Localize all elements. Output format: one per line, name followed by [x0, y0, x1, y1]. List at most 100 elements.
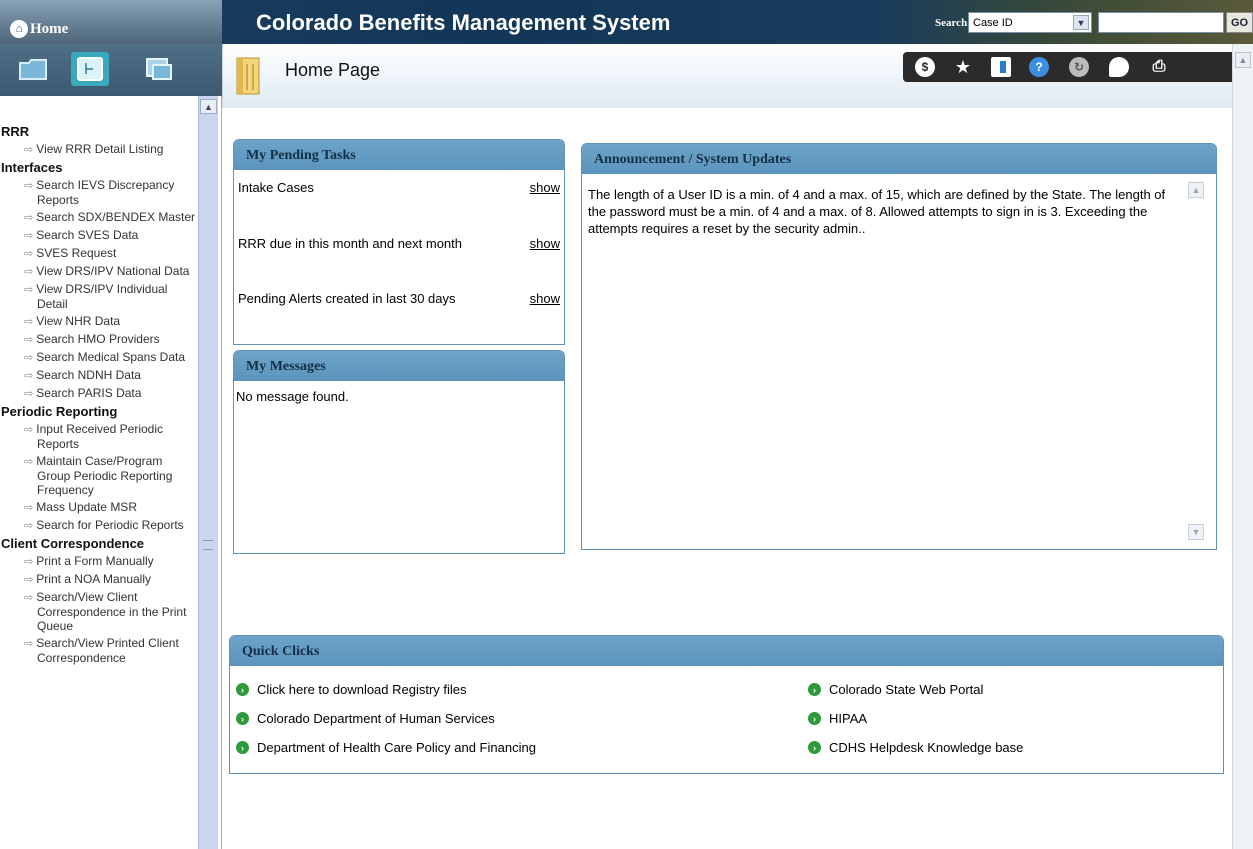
page-header: Home Page $ ★ ? ↻ ⎙: [222, 44, 1233, 108]
sidebar-item[interactable]: Search IEVS Discrepancy Reports: [0, 178, 198, 207]
home-label: Home: [30, 20, 69, 37]
quick-link-label: HIPAA: [829, 711, 868, 726]
sidebar: RRR View RRR Detail Listing Interfaces Sear…: [0, 96, 222, 849]
announcement-text: The length of a User ID is a min. of 4 a…: [588, 187, 1166, 236]
refresh-icon[interactable]: ↻: [1069, 57, 1089, 77]
arrow-right-icon: ›: [236, 683, 249, 696]
bookmark-icon[interactable]: [991, 57, 1011, 77]
top-header: ⌂ Home Colorado Benefits Management Syst…: [0, 0, 1253, 44]
sidebar-group-heading: Periodic Reporting: [1, 404, 118, 419]
sidebar-item[interactable]: View DRS/IPV National Data: [0, 264, 198, 279]
scroll-up-icon[interactable]: ▲: [1188, 182, 1204, 198]
sidebar-item[interactable]: View DRS/IPV Individual Detail: [0, 282, 198, 311]
task-label: Pending Alerts created in last 30 days: [238, 291, 456, 306]
show-link[interactable]: show: [530, 291, 560, 306]
announcement-panel: Announcement / System Updates The length…: [581, 143, 1217, 550]
quick-link[interactable]: › HIPAA: [808, 711, 867, 726]
sidebar-item[interactable]: Input Received Periodic Reports: [0, 422, 198, 451]
quick-link[interactable]: › Click here to download Registry files: [236, 682, 467, 697]
scroll-up-icon[interactable]: ▲: [200, 99, 217, 114]
sidebar-item[interactable]: Search for Periodic Reports: [0, 518, 198, 533]
scroll-down-icon[interactable]: ▼: [1188, 524, 1204, 540]
go-button[interactable]: GO: [1226, 12, 1253, 33]
quick-link-label: Click here to download Registry files: [257, 682, 467, 697]
arrow-right-icon: ›: [808, 683, 821, 696]
search-type-value: Case ID: [973, 16, 1013, 29]
binder-icon: [236, 57, 260, 95]
print-icon[interactable]: ⎙: [1149, 57, 1169, 77]
quick-link-label: Department of Health Care Policy and Fin…: [257, 740, 536, 755]
sidebar-item[interactable]: Search SVES Data: [0, 228, 198, 243]
action-toolbar: $ ★ ? ↻ ⎙: [903, 52, 1233, 82]
sidebar-scrollbar[interactable]: ▲: [198, 96, 218, 849]
task-label: Intake Cases: [238, 180, 314, 195]
windows-tool-button[interactable]: [140, 52, 178, 86]
page-scrollbar[interactable]: ▲: [1232, 44, 1253, 849]
announcement-title: Announcement / System Updates: [582, 144, 1216, 174]
sidebar-item[interactable]: Print a Form Manually: [0, 554, 198, 569]
sidebar-item[interactable]: Search Medical Spans Data: [0, 350, 198, 365]
pending-tasks-title: My Pending Tasks: [234, 140, 564, 170]
scroll-up-icon[interactable]: ▲: [1235, 52, 1251, 68]
nav-tool-strip: [0, 44, 222, 96]
folder-icon: [19, 59, 47, 80]
pending-tasks-panel: My Pending Tasks Intake Cases show RRR d…: [233, 139, 565, 345]
quick-link[interactable]: › Department of Health Care Policy and F…: [236, 740, 536, 755]
sidebar-item[interactable]: Maintain Case/Program Group Periodic Rep…: [0, 454, 198, 497]
arrow-right-icon: ›: [808, 741, 821, 754]
folder-tool-button[interactable]: [14, 52, 52, 86]
tree-tool-button[interactable]: [71, 52, 109, 86]
sidebar-item[interactable]: Search HMO Providers: [0, 332, 198, 347]
page-title: Home Page: [285, 60, 381, 80]
quick-link-label: CDHS Helpdesk Knowledge base: [829, 740, 1024, 755]
quick-link-label: Colorado Department of Human Services: [257, 711, 495, 726]
quick-link[interactable]: › Colorado State Web Portal: [808, 682, 983, 697]
sidebar-item[interactable]: Search/View Client Correspondence in the…: [0, 590, 198, 633]
sidebar-item[interactable]: Search PARIS Data: [0, 386, 198, 401]
quick-link[interactable]: › CDHS Helpdesk Knowledge base: [808, 740, 1023, 755]
show-link[interactable]: show: [530, 236, 560, 251]
home-link[interactable]: ⌂ Home: [10, 20, 68, 38]
sidebar-item[interactable]: Search SDX/BENDEX Master: [0, 210, 198, 225]
sidebar-group-heading: RRR: [1, 124, 30, 139]
arrow-right-icon: ›: [236, 712, 249, 725]
sidebar-item[interactable]: Search/View Printed Client Correspondenc…: [0, 636, 198, 665]
announcement-scrollbar[interactable]: ▲ ▼: [1188, 182, 1206, 540]
quick-link[interactable]: › Colorado Department of Human Services: [236, 711, 495, 726]
search-input[interactable]: [1098, 12, 1224, 33]
sidebar-group-heading: Client Correspondence: [1, 536, 145, 551]
help-icon[interactable]: ?: [1029, 57, 1049, 77]
search-label: Search: [935, 17, 968, 29]
star-icon[interactable]: ★: [953, 57, 973, 77]
sidebar-item[interactable]: Mass Update MSR: [0, 500, 198, 515]
sidebar-item[interactable]: SVES Request: [0, 246, 198, 261]
sidebar-item[interactable]: Search NDNH Data: [0, 368, 198, 383]
task-row: Pending Alerts created in last 30 days s…: [238, 291, 560, 306]
arrow-right-icon: ›: [808, 712, 821, 725]
dollar-icon[interactable]: $: [915, 57, 935, 77]
task-row: Intake Cases show: [238, 180, 560, 195]
search-type-select[interactable]: Case ID ▼: [968, 12, 1092, 33]
messages-panel: My Messages No message found.: [233, 350, 565, 554]
task-label: RRR due in this month and next month: [238, 236, 463, 251]
sidebar-item[interactable]: View NHR Data: [0, 314, 198, 329]
chevron-down-icon[interactable]: ▼: [1073, 15, 1089, 30]
tree-icon: [77, 57, 103, 81]
sidebar-item[interactable]: View RRR Detail Listing: [0, 142, 198, 157]
home-icon: ⌂: [10, 20, 28, 38]
sidebar-item[interactable]: Print a NOA Manually: [0, 572, 198, 587]
scroll-grip[interactable]: [203, 540, 213, 550]
messages-empty-text: No message found.: [236, 389, 349, 404]
app-title: Colorado Benefits Management System: [256, 10, 671, 35]
quick-clicks-panel: Quick Clicks › Click here to download Re…: [229, 635, 1224, 774]
task-row: RRR due in this month and next month sho…: [238, 236, 560, 251]
show-link[interactable]: show: [530, 180, 560, 195]
sidebar-group-heading: Interfaces: [1, 160, 63, 175]
arrow-right-icon: ›: [236, 741, 249, 754]
home-area: ⌂ Home: [0, 0, 222, 44]
comment-icon[interactable]: [1109, 57, 1129, 77]
sidebar-menu: RRR View RRR Detail Listing Interfaces Sear…: [0, 124, 198, 668]
quick-clicks-title: Quick Clicks: [230, 636, 1223, 666]
windows-icon: [146, 58, 172, 80]
messages-title: My Messages: [234, 351, 564, 381]
